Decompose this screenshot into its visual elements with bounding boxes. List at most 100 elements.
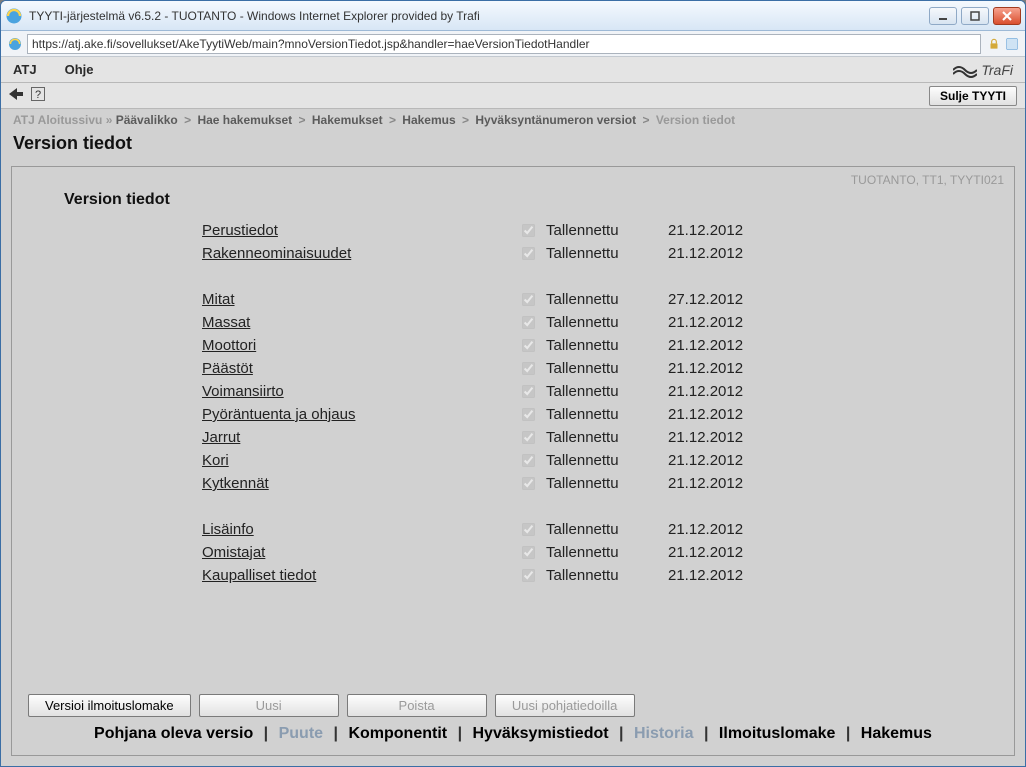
row-date: 21.12.2012	[668, 429, 743, 446]
menubar: ATJ Ohje TraFi	[1, 57, 1025, 83]
addressbar: https://atj.ake.fi/sovellukset/AkeTyytiW…	[1, 31, 1025, 57]
row-status: Tallennettu	[546, 406, 668, 423]
lock-icon	[987, 37, 1001, 51]
breadcrumb: ATJ Aloitussivu » Päävalikko > Hae hakem…	[1, 109, 1025, 131]
page-title: Version tiedot	[1, 131, 1025, 166]
tab-komponentit[interactable]: Komponentit	[348, 725, 447, 742]
close-tyyti-button[interactable]: Sulje TYYTI	[929, 86, 1017, 106]
version-link[interactable]: Kori	[202, 452, 522, 469]
version-link[interactable]: Rakenneominaisuudet	[202, 245, 522, 262]
version-row: PäästötTallennettu21.12.2012	[202, 357, 962, 380]
version-link[interactable]: Päästöt	[202, 360, 522, 377]
version-row: OmistajatTallennettu21.12.2012	[202, 541, 962, 564]
version-link[interactable]: Kaupalliset tiedot	[202, 567, 522, 584]
breadcrumb-root: ATJ Aloitussivu	[13, 113, 102, 127]
close-window-button[interactable]	[993, 7, 1021, 25]
tab-puute[interactable]: Puute	[279, 725, 323, 742]
row-status: Tallennettu	[546, 567, 668, 584]
poista-button: Poista	[347, 694, 487, 717]
row-date: 21.12.2012	[668, 475, 743, 492]
maximize-button[interactable]	[961, 7, 989, 25]
row-date: 21.12.2012	[668, 337, 743, 354]
app-window: TYYTI-järjestelmä v6.5.2 - TUOTANTO - Wi…	[0, 0, 1026, 767]
url-input[interactable]: https://atj.ake.fi/sovellukset/AkeTyytiW…	[27, 34, 981, 54]
row-date: 21.12.2012	[668, 406, 743, 423]
saved-checkbox	[522, 477, 546, 490]
compat-icon[interactable]	[1005, 37, 1019, 51]
url-text: https://atj.ake.fi/sovellukset/AkeTyytiW…	[32, 37, 590, 51]
version-row: Mitat Tallennettu27.12.2012	[202, 288, 962, 311]
row-spacer	[202, 495, 962, 518]
row-date: 27.12.2012	[668, 291, 743, 308]
breadcrumb-item[interactable]: Hakemus	[402, 113, 455, 127]
version-link[interactable]: Jarrut	[202, 429, 522, 446]
saved-checkbox	[522, 247, 546, 260]
version-link[interactable]: Massat	[202, 314, 522, 331]
menu-ohje[interactable]: Ohje	[65, 62, 94, 77]
row-date: 21.12.2012	[668, 544, 743, 561]
saved-checkbox	[522, 385, 546, 398]
saved-checkbox	[522, 523, 546, 536]
saved-checkbox	[522, 293, 546, 306]
row-status: Tallennettu	[546, 245, 668, 262]
version-row: Pyöräntuenta ja ohjaus Tallennettu21.12.2…	[202, 403, 962, 426]
row-date: 21.12.2012	[668, 567, 743, 584]
version-link[interactable]: Omistajat	[202, 544, 522, 561]
ie-icon	[5, 7, 23, 25]
saved-checkbox	[522, 546, 546, 559]
row-date: 21.12.2012	[668, 314, 743, 331]
row-date: 21.12.2012	[668, 222, 743, 239]
row-status: Tallennettu	[546, 291, 668, 308]
toolbar: ? Sulje TYYTI	[1, 83, 1025, 109]
breadcrumb-item[interactable]: Hyväksyntänumeron versiot	[475, 113, 636, 127]
version-link[interactable]: Kytkennät	[202, 475, 522, 492]
version-link[interactable]: Moottori	[202, 337, 522, 354]
saved-checkbox	[522, 454, 546, 467]
breadcrumb-item[interactable]: Päävalikko	[116, 113, 178, 127]
row-status: Tallennettu	[546, 475, 668, 492]
tab-hakemus[interactable]: Hakemus	[861, 725, 932, 742]
version-link[interactable]: Pyöräntuenta ja ohjaus	[202, 406, 522, 423]
row-date: 21.12.2012	[668, 521, 743, 538]
tab-historia[interactable]: Historia	[634, 725, 694, 742]
row-status: Tallennettu	[546, 314, 668, 331]
version-link[interactable]: Perustiedot	[202, 222, 522, 239]
row-date: 21.12.2012	[668, 452, 743, 469]
version-row: LisäinfoTallennettu21.12.2012	[202, 518, 962, 541]
uusi-button: Uusi	[199, 694, 339, 717]
status-info: TUOTANTO, TT1, TYYTI021	[851, 173, 1004, 187]
row-status: Tallennettu	[546, 222, 668, 239]
minimize-button[interactable]	[929, 7, 957, 25]
version-row: Rakenneominaisuudet Tallennettu21.12.2012	[202, 242, 962, 265]
row-date: 21.12.2012	[668, 383, 743, 400]
saved-checkbox	[522, 339, 546, 352]
back-button[interactable]	[9, 88, 23, 103]
svg-text:?: ?	[35, 89, 41, 101]
window-title: TYYTI-järjestelmä v6.5.2 - TUOTANTO - Wi…	[29, 9, 929, 23]
menu-atj[interactable]: ATJ	[13, 62, 37, 77]
content-frame: TUOTANTO, TT1, TYYTI021 Version tiedot P…	[11, 166, 1015, 756]
version-link[interactable]: Voimansiirto	[202, 383, 522, 400]
row-date: 21.12.2012	[668, 245, 743, 262]
tab-pohjana[interactable]: Pohjana oleva versio	[94, 725, 253, 742]
versioi-button[interactable]: Versioi ilmoituslomake	[28, 694, 191, 717]
tab-ilmoitus[interactable]: Ilmoituslomake	[719, 725, 835, 742]
version-link[interactable]: Lisäinfo	[202, 521, 522, 538]
version-row: VoimansiirtoTallennettu21.12.2012	[202, 380, 962, 403]
help-button[interactable]: ?	[31, 87, 45, 104]
titlebar: TYYTI-järjestelmä v6.5.2 - TUOTANTO - Wi…	[1, 1, 1025, 31]
tab-hyvaksymis[interactable]: Hyväksymistiedot	[473, 725, 609, 742]
version-rows: PerustiedotTallennettu21.12.2012Rakenneo…	[12, 219, 1014, 682]
breadcrumb-item[interactable]: Hae hakemukset	[197, 113, 292, 127]
breadcrumb-item[interactable]: Hakemukset	[312, 113, 383, 127]
row-spacer	[202, 265, 962, 288]
saved-checkbox	[522, 316, 546, 329]
app-area: ATJ Ohje TraFi ? Sulje TYYTI ATJ Aloitus…	[1, 57, 1025, 766]
saved-checkbox	[522, 569, 546, 582]
version-row: Perustiedot Tallennettu21.12.2012	[202, 219, 962, 242]
version-link[interactable]: Mitat	[202, 291, 522, 308]
bottom-tabs: Pohjana oleva versio | Puute | Komponent…	[12, 725, 1014, 755]
version-row: Kaupalliset tiedot Tallennettu21.12.2012	[202, 564, 962, 587]
breadcrumb-current: Version tiedot	[656, 113, 735, 127]
version-row: MoottoriTallennettu21.12.2012	[202, 334, 962, 357]
